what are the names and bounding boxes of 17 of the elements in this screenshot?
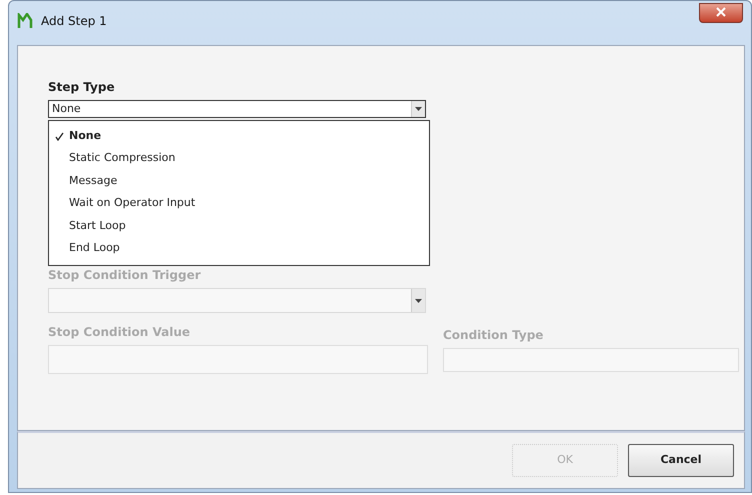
dropdown-option[interactable]: None [49,125,429,148]
field-label: Stop Condition Trigger [48,267,202,284]
dropdown-option[interactable]: Message [49,170,429,192]
dropdown-option[interactable]: End Loop [49,236,429,260]
dropdown-option[interactable]: Static Compression [49,147,429,170]
field-label: Step Type [48,79,116,96]
check-icon [55,132,64,141]
window-title: Add Step 1 [41,13,107,30]
cancel-button[interactable]: Cancel [628,444,734,477]
field-label: Stop Condition Value [48,324,192,341]
dropdown-option[interactable]: Wait on Operator Input [49,192,429,215]
close-icon [716,7,726,18]
close-button[interactable] [699,3,743,23]
dropdown-field[interactable]: None [48,100,426,118]
field-label: Condition Type [443,327,544,344]
app-icon [17,13,35,29]
dropdown-option[interactable]: Start Loop [49,214,429,237]
